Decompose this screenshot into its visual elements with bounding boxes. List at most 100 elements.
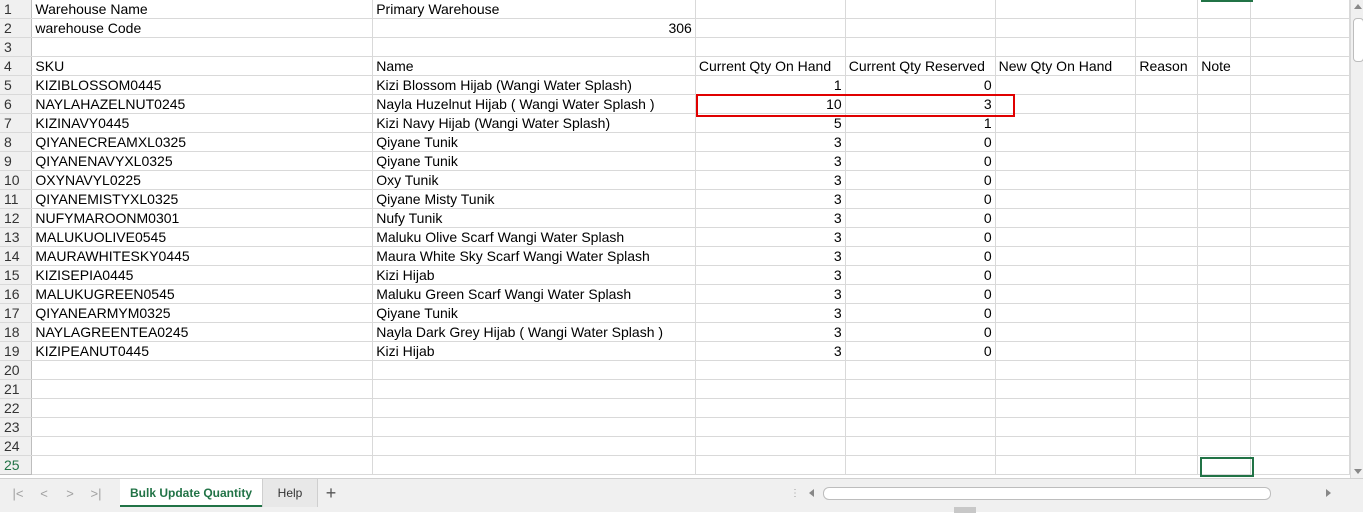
cell-a[interactable]: SKU (31, 56, 374, 76)
row-header[interactable]: 25 (0, 455, 33, 475)
cell-b[interactable]: Maluku Green Scarf Wangi Water Splash (372, 284, 696, 304)
cell-b[interactable]: Kizi Navy Hijab (Wangi Water Splash) (372, 113, 696, 133)
cell-c[interactable]: 3 (695, 246, 846, 266)
cell-e[interactable] (995, 398, 1137, 418)
cell-b[interactable] (372, 455, 696, 475)
cell-c[interactable]: 3 (695, 322, 846, 342)
cell-f[interactable] (1135, 189, 1199, 209)
cell-c[interactable]: 3 (695, 265, 846, 285)
tab-bulk-update-quantity[interactable]: Bulk Update Quantity (120, 479, 262, 507)
cell-f[interactable] (1135, 170, 1199, 190)
row-header[interactable]: 3 (0, 37, 33, 57)
cell-b[interactable]: Qiyane Tunik (372, 303, 696, 323)
scroll-right-icon[interactable] (1326, 489, 1331, 497)
row-header[interactable]: 22 (0, 398, 33, 418)
cell-g[interactable] (1197, 189, 1252, 209)
cell-h[interactable] (1250, 0, 1350, 19)
cell-d[interactable]: 0 (845, 341, 996, 361)
cell-c[interactable]: 3 (695, 151, 846, 171)
cell-f[interactable] (1135, 227, 1199, 247)
cell-a[interactable] (31, 417, 374, 437)
cell-h[interactable] (1250, 94, 1350, 114)
cell-h[interactable] (1250, 284, 1350, 304)
add-sheet-icon[interactable]: + (322, 484, 340, 502)
cell-a[interactable] (31, 455, 374, 475)
cell-c[interactable] (695, 360, 846, 380)
cell-h[interactable] (1250, 37, 1350, 57)
cell-e[interactable] (995, 170, 1137, 190)
cell-a[interactable] (31, 379, 374, 399)
cell-h[interactable] (1250, 379, 1350, 399)
row-header[interactable]: 8 (0, 132, 33, 152)
cell-h[interactable] (1250, 227, 1350, 247)
cell-c[interactable] (695, 417, 846, 437)
cell-f[interactable] (1135, 417, 1199, 437)
cell-f[interactable] (1135, 113, 1199, 133)
cell-g[interactable] (1197, 246, 1252, 266)
cell-f[interactable] (1135, 398, 1199, 418)
cell-f[interactable] (1135, 322, 1199, 342)
row-header[interactable]: 13 (0, 227, 33, 247)
cell-b[interactable]: 306 (372, 18, 696, 38)
cell-a[interactable]: KIZINAVY0445 (31, 113, 374, 133)
cell-f[interactable] (1135, 360, 1199, 380)
row-header[interactable]: 10 (0, 170, 33, 190)
row-header[interactable]: 12 (0, 208, 33, 228)
cell-e[interactable] (995, 341, 1137, 361)
cell-g[interactable] (1197, 303, 1252, 323)
horizontal-scroll-thumb[interactable] (823, 487, 1271, 500)
cell-b[interactable]: Name (372, 56, 696, 76)
cell-e[interactable] (995, 151, 1137, 171)
cell-b[interactable] (372, 417, 696, 437)
cell-e[interactable] (995, 189, 1137, 209)
cell-f[interactable] (1135, 341, 1199, 361)
cell-a[interactable]: QIYANEARMYM0325 (31, 303, 374, 323)
cell-d[interactable]: 0 (845, 208, 996, 228)
cell-g[interactable] (1197, 94, 1252, 114)
row-header[interactable]: 21 (0, 379, 33, 399)
cell-e[interactable] (995, 284, 1137, 304)
cell-b[interactable]: Qiyane Misty Tunik (372, 189, 696, 209)
cell-a[interactable]: KIZIBLOSSOM0445 (31, 75, 374, 95)
cell-d[interactable] (845, 417, 996, 437)
prev-sheet-icon[interactable]: < (36, 486, 52, 502)
cell-f[interactable] (1135, 208, 1199, 228)
cell-c[interactable] (695, 455, 846, 475)
cell-h[interactable] (1250, 360, 1350, 380)
row-header[interactable]: 15 (0, 265, 33, 285)
cell-b[interactable] (372, 360, 696, 380)
cell-f[interactable] (1135, 455, 1199, 475)
row-header[interactable]: 16 (0, 284, 33, 304)
cell-e[interactable] (995, 208, 1137, 228)
cell-a[interactable]: NUFYMAROONM0301 (31, 208, 374, 228)
cell-c[interactable]: Current Qty On Hand (695, 56, 846, 76)
cell-c[interactable]: 3 (695, 170, 846, 190)
cell-g[interactable] (1197, 0, 1252, 19)
scroll-down-icon[interactable] (1354, 469, 1362, 474)
row-header[interactable]: 18 (0, 322, 33, 342)
cell-a[interactable]: MAURAWHITESKY0445 (31, 246, 374, 266)
cell-d[interactable]: 0 (845, 132, 996, 152)
cell-a[interactable]: MALUKUGREEN0545 (31, 284, 374, 304)
row-header[interactable]: 7 (0, 113, 33, 133)
cell-a[interactable]: KIZIPEANUT0445 (31, 341, 374, 361)
cell-g[interactable] (1197, 322, 1252, 342)
vertical-scroll-thumb[interactable] (1353, 18, 1363, 62)
cell-d[interactable] (845, 379, 996, 399)
cell-e[interactable] (995, 265, 1137, 285)
cell-c[interactable] (695, 436, 846, 456)
cell-a[interactable] (31, 37, 374, 57)
horizontal-scrollbar[interactable] (805, 486, 1335, 500)
row-header[interactable]: 9 (0, 151, 33, 171)
cell-b[interactable]: Nayla Huzelnut Hijab ( Wangi Water Splas… (372, 94, 696, 114)
cell-g[interactable] (1197, 284, 1252, 304)
cell-d[interactable]: 0 (845, 151, 996, 171)
cell-h[interactable] (1250, 151, 1350, 171)
cell-h[interactable] (1250, 455, 1350, 475)
cell-e[interactable] (995, 303, 1137, 323)
cell-h[interactable] (1250, 75, 1350, 95)
cell-a[interactable]: NAYLAHAZELNUT0245 (31, 94, 374, 114)
cell-b[interactable]: Kizi Hijab (372, 341, 696, 361)
cell-e[interactable] (995, 18, 1137, 38)
cell-g[interactable] (1197, 18, 1252, 38)
